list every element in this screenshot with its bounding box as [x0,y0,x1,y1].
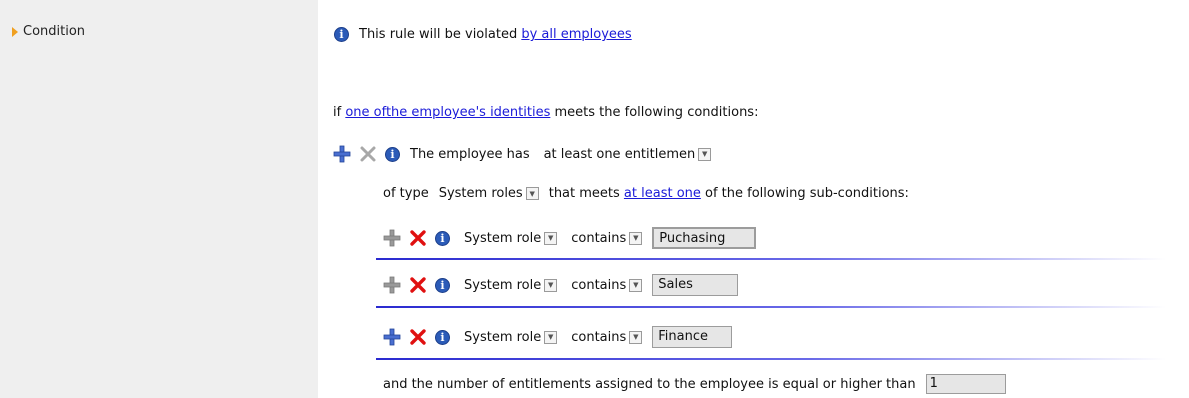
subcondition-row: i System role ▼ contains ▼ Puchasing [383,227,757,249]
dropdown-icon[interactable]: ▼ [525,187,539,200]
type-line: of type System roles ▼ that meets at lea… [383,186,909,201]
value-input[interactable]: Finance [652,326,733,348]
threshold-text: and the number of entitlements assigned … [383,376,916,392]
if-prefix: if [333,105,346,120]
employee-has-text: The employee has [410,146,530,162]
dropdown-icon[interactable]: ▼ [629,330,643,344]
threshold-input[interactable]: 1 [925,374,1006,394]
employee-rule-line: i The employee has at least one entitlem… [333,145,712,163]
subcondition-row: i System role ▼ contains ▼ Finance [383,326,733,348]
subcondition-divider [376,306,1166,308]
subcondition-row: i System role ▼ contains ▼ Sales [383,274,739,296]
condition-label: Condition [23,24,86,39]
if-line: if one ofthe employee's identities meets… [333,105,758,120]
violated-by-link[interactable]: by all employees [521,27,631,42]
value-input[interactable]: Sales [652,274,739,296]
field-select-value[interactable]: System role [464,278,541,293]
remove-icon[interactable] [409,328,427,346]
at-least-one-link[interactable]: at least one [624,186,701,201]
info-icon[interactable]: i [435,230,450,246]
subcondition-divider [376,358,1166,360]
operator-select-value[interactable]: contains [571,231,626,246]
dropdown-icon[interactable]: ▼ [544,330,558,344]
condition-header[interactable]: Condition [12,24,85,39]
info-icon[interactable]: i [435,329,450,345]
subcondition-divider [376,258,1166,260]
operator-select-value[interactable]: contains [571,330,626,345]
info-icon[interactable]: i [435,277,450,293]
quantity-select-value[interactable]: at least one entitlemen [544,147,696,162]
plus-icon[interactable] [383,276,401,294]
remove-icon[interactable] [409,229,427,247]
dropdown-icon[interactable]: ▼ [629,278,643,292]
threshold-line: and the number of entitlements assigned … [383,374,1006,394]
remove-icon[interactable] [409,276,427,294]
dropdown-icon[interactable]: ▼ [629,231,643,245]
field-select-value[interactable]: System role [464,330,541,345]
meets-suffix: of the following sub-conditions: [700,186,909,201]
arrow-right-icon [12,26,18,37]
if-suffix: meets the following conditions: [550,105,759,120]
plus-icon[interactable] [383,229,401,247]
operator-select-value[interactable]: contains [571,278,626,293]
plus-icon[interactable] [383,328,401,346]
type-select-value[interactable]: System roles [439,186,523,201]
dropdown-icon[interactable]: ▼ [544,231,558,245]
value-input[interactable]: Puchasing [652,227,757,249]
dropdown-icon[interactable]: ▼ [698,147,712,161]
dropdown-icon[interactable]: ▼ [544,278,558,292]
meets-prefix: that meets [548,186,624,201]
field-select-value[interactable]: System role [464,231,541,246]
rule-info-text: This rule will be violated [359,27,522,42]
plus-icon[interactable] [333,145,351,163]
identities-link[interactable]: one ofthe employee's identities [345,105,550,120]
remove-disabled-icon[interactable] [359,145,377,163]
rule-info-line: i This rule will be violated by all empl… [334,27,632,42]
info-icon[interactable]: i [385,146,400,162]
info-icon: i [334,27,349,42]
left-panel: Condition [0,0,318,398]
of-type-label: of type [383,186,429,201]
